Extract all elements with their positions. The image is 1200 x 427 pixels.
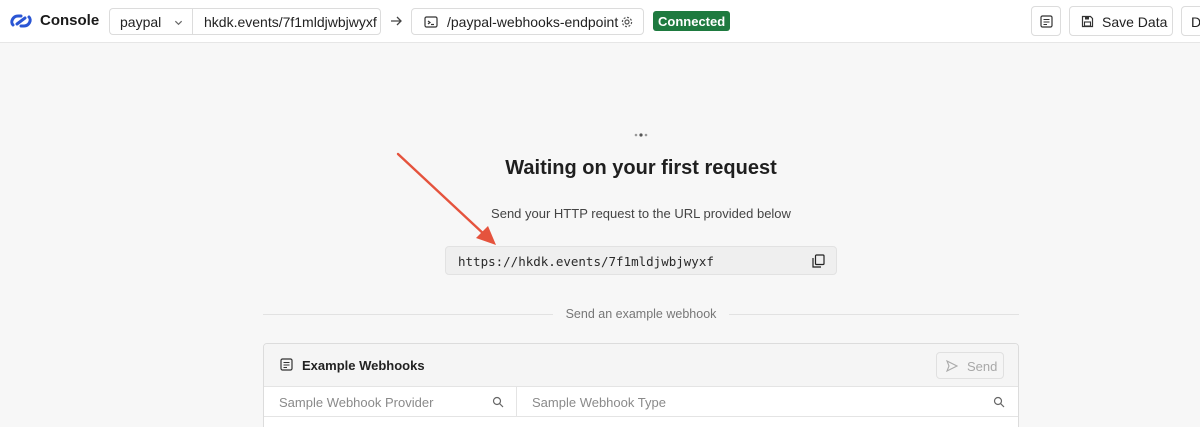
panel-header: Example Webhooks Send xyxy=(264,344,1018,387)
type-search-input[interactable] xyxy=(532,393,972,411)
truncated-button[interactable]: D xyxy=(1181,6,1200,36)
request-url[interactable]: https://hkdk.events/7f1mldjwbjwyxf xyxy=(458,254,714,269)
source-url-field[interactable]: hkdk.events/7f1mldjwbjwyxf xyxy=(192,8,381,35)
divider-right xyxy=(729,314,1019,315)
search-icon xyxy=(492,396,504,408)
status-badge: Connected xyxy=(653,11,731,31)
source-select[interactable]: paypal xyxy=(109,8,193,35)
page-title: Waiting on your first request xyxy=(505,157,777,179)
provider-search xyxy=(264,387,517,417)
request-url-box[interactable]: https://hkdk.events/7f1mldjwbjwyxf xyxy=(445,246,837,275)
send-button[interactable]: Send xyxy=(936,352,1004,379)
list-icon xyxy=(1040,15,1053,28)
requests-button[interactable] xyxy=(1031,6,1061,36)
save-data-label: Save Data xyxy=(1102,14,1168,30)
provider-search-input[interactable] xyxy=(279,393,489,411)
type-search xyxy=(517,387,1018,417)
divider-label: Send an example webhook xyxy=(565,307,717,321)
list-icon xyxy=(280,358,293,371)
page-subtitle: Send your HTTP request to the URL provid… xyxy=(491,206,791,221)
floppy-disk-icon xyxy=(1081,15,1094,28)
destination-path: /paypal-webhooks-endpoint xyxy=(447,14,619,30)
divider-left xyxy=(263,314,553,315)
arrow-right-icon xyxy=(391,16,402,26)
send-icon xyxy=(946,360,958,372)
brand-name: Console xyxy=(40,12,100,29)
annotation-arrow-icon xyxy=(396,152,496,245)
source-name: paypal xyxy=(120,13,162,30)
destination-button[interactable]: /paypal-webhooks-endpoint xyxy=(411,8,644,35)
copy-icon[interactable] xyxy=(812,254,825,268)
send-label: Send xyxy=(967,359,998,374)
loading-dots-icon xyxy=(634,133,648,137)
gear-icon[interactable] xyxy=(620,15,634,29)
save-data-button[interactable]: Save Data xyxy=(1069,6,1173,36)
truncated-button-label: D xyxy=(1191,14,1200,30)
top-bar: Console paypal hkdk.events/7f1mldjwbjwyx… xyxy=(0,0,1200,43)
chain-link-logo[interactable] xyxy=(10,11,32,31)
panel-title: Example Webhooks xyxy=(302,358,425,373)
example-webhooks-panel: Example Webhooks Send xyxy=(263,343,1019,427)
terminal-icon xyxy=(424,16,438,28)
search-icon xyxy=(993,396,1005,408)
chevron-down-icon xyxy=(174,20,183,26)
